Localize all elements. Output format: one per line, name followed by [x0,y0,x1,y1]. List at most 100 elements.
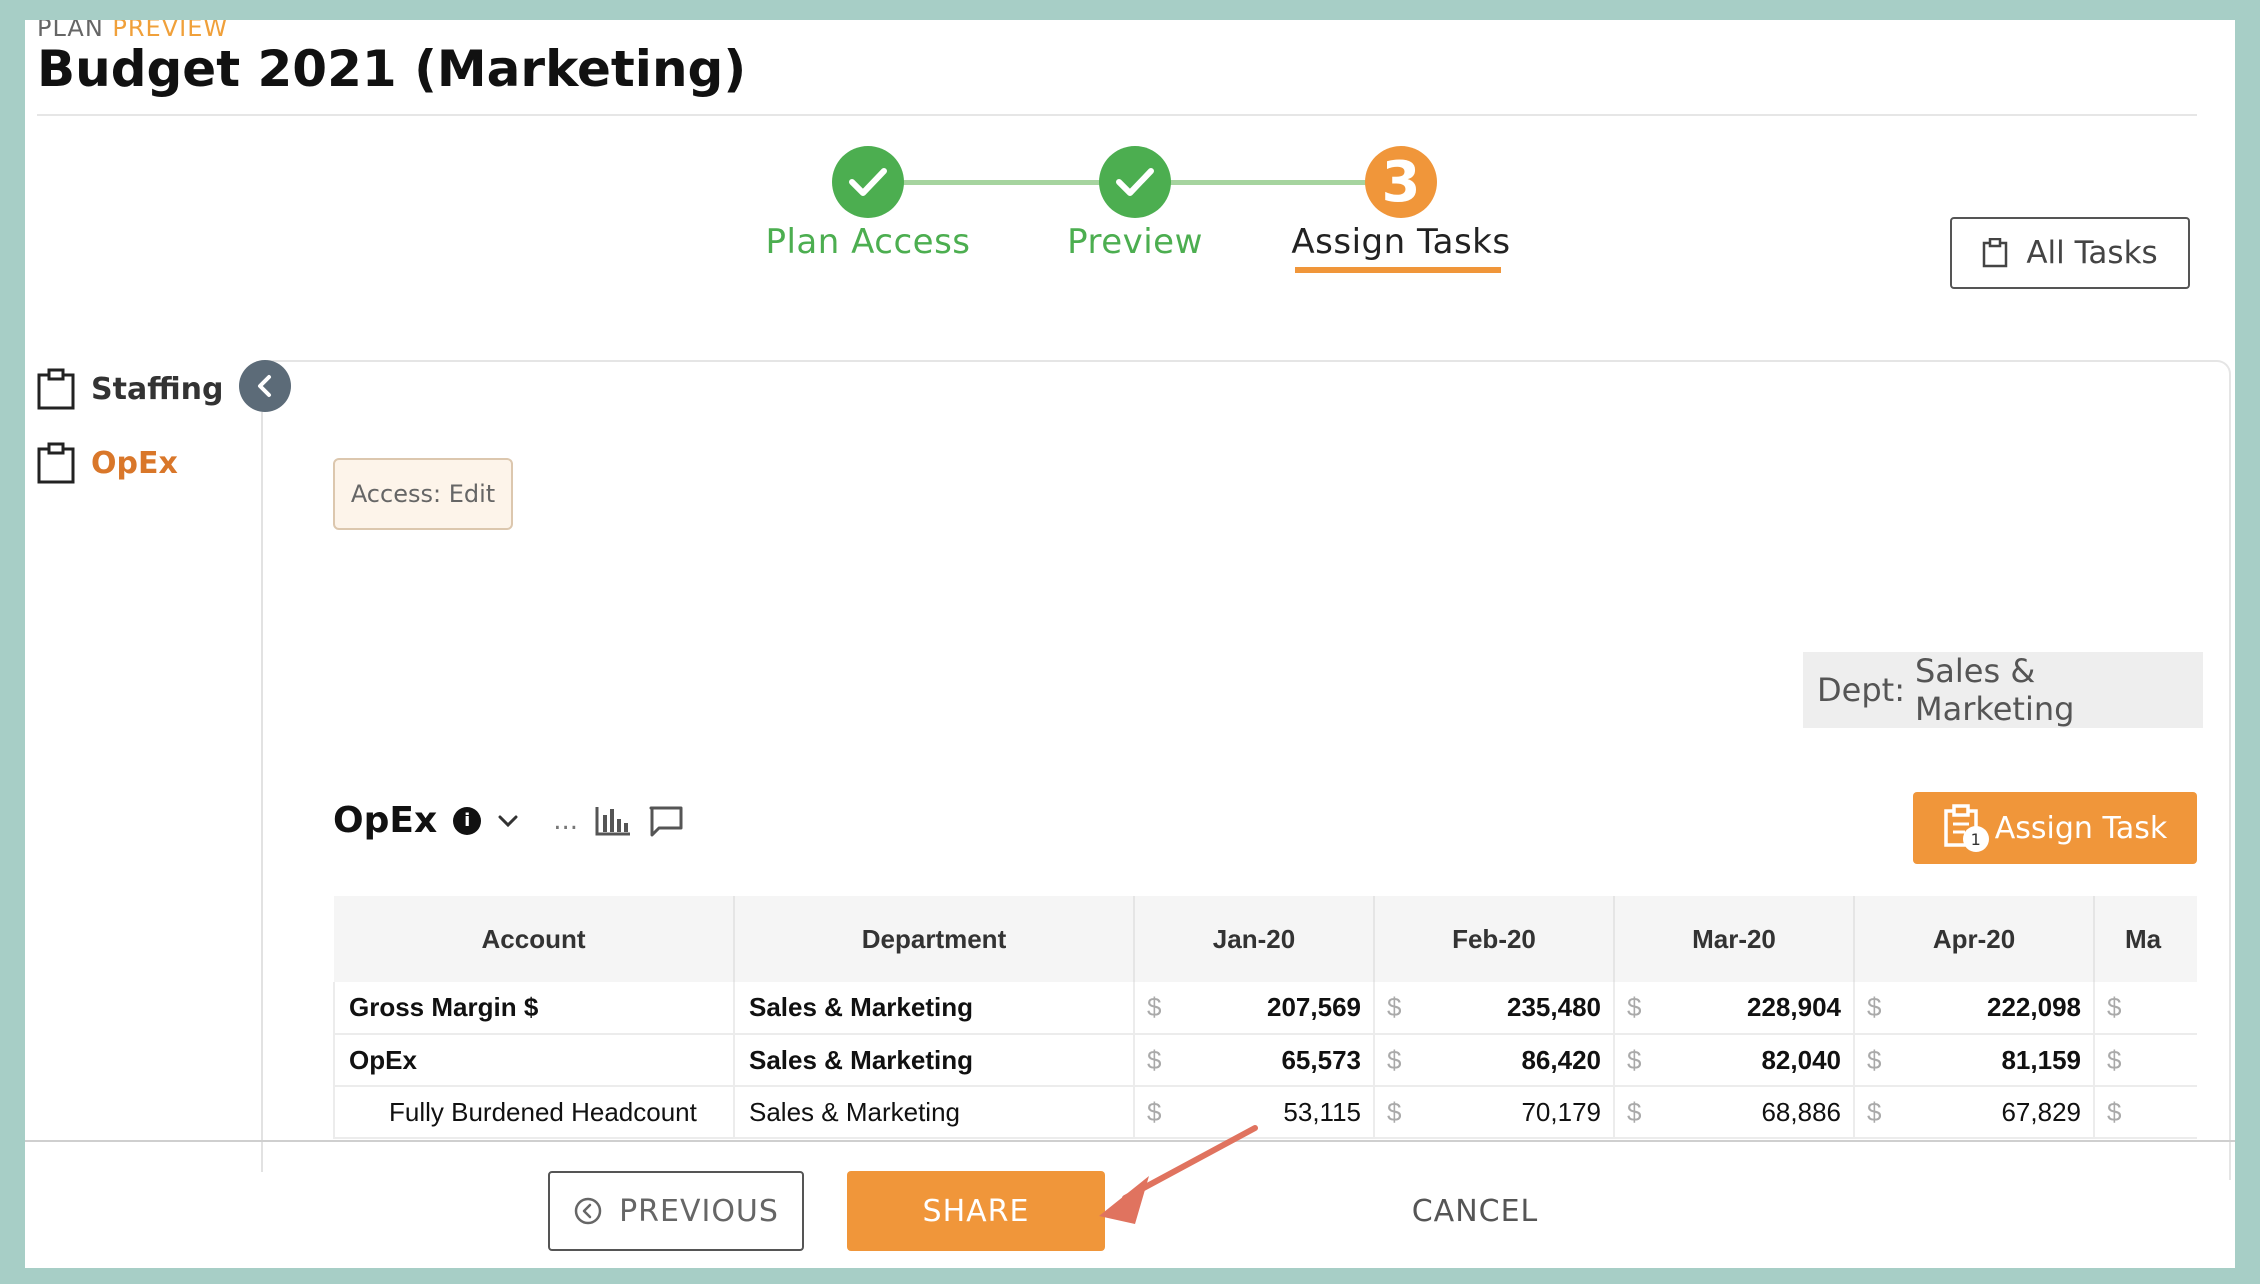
breadcrumb-prefix: PLAN [37,20,104,42]
department-cell: Sales & Marketing [734,1034,1135,1087]
step-plan-access[interactable]: Plan Access [718,222,1018,262]
collapse-sidebar-button[interactable] [239,360,291,412]
value: 235,480 [1507,992,1601,1022]
clipboard-icon [37,442,75,484]
value-cell[interactable]: $70,179 [1374,1086,1615,1139]
previous-button[interactable]: PREVIOUS [548,1171,804,1251]
value: 70,179 [1521,1096,1601,1127]
value-cell[interactable]: $ [2094,1086,2197,1139]
cancel-button[interactable]: CANCEL [1375,1171,1575,1251]
bar-chart-icon[interactable] [594,805,632,837]
sidebar-item-label: OpEx [91,445,178,481]
value-cell[interactable]: $81,159 [1854,1034,2095,1087]
value: 207,569 [1267,992,1361,1022]
dept-filter-value: Sales & Marketing [1914,652,2075,728]
chevron-down-icon[interactable] [497,814,519,828]
value-cell[interactable]: $68,886 [1614,1086,1855,1139]
value: 228,904 [1747,992,1841,1022]
column-header-month[interactable]: Feb-20 [1374,896,1615,982]
account-cell: Fully Burdened Headcount [333,1086,735,1139]
clipboard-icon [37,368,75,410]
step-3-number[interactable]: 3 [1365,146,1437,218]
column-header-month[interactable]: Ma [2094,896,2197,982]
value-cell[interactable]: $67,829 [1854,1086,2095,1139]
column-header-account[interactable]: Account [334,896,735,982]
currency-symbol: $ [2107,992,2122,1022]
active-step-underline [1295,267,1501,273]
currency-symbol: $ [1147,1044,1162,1075]
sidebar-divider [261,412,263,1172]
more-icon[interactable]: ... [553,806,578,836]
currency-symbol: $ [1627,992,1642,1022]
opex-table: Account Department Jan-20 Feb-20 Mar-20 … [333,896,2197,1158]
breadcrumb: PLAN PREVIEW [37,20,228,42]
value-cell[interactable]: $86,420 [1374,1034,1615,1087]
step-assign-tasks[interactable]: Assign Tasks [1251,222,1551,262]
sidebar-item-label: Staffing [91,371,224,407]
clipboard-icon [1983,238,2008,268]
access-badge: Access: Edit [333,458,513,530]
value-cell[interactable]: $235,480 [1374,982,1615,1035]
department-cell: Sales & Marketing [734,982,1135,1035]
value: 81,159 [2001,1044,2081,1075]
account-cell: OpEx [333,1034,735,1087]
value-cell[interactable]: $82,040 [1614,1034,1855,1087]
column-header-month[interactable]: Mar-20 [1614,896,1855,982]
all-tasks-button[interactable]: All Tasks [1950,217,2190,289]
info-icon[interactable]: i [453,806,482,835]
sidebar-item-staffing[interactable]: Staffing [37,368,223,410]
assign-task-button[interactable]: 1 Assign Task [1913,792,2197,864]
currency-symbol: $ [1867,1096,1882,1127]
value-cell[interactable]: $65,573 [1134,1034,1375,1087]
currency-symbol: $ [1867,992,1882,1022]
value: 82,040 [1761,1044,1841,1075]
breadcrumb-current: PREVIEW [112,20,229,42]
currency-symbol: $ [1147,992,1162,1022]
column-header-month[interactable]: Apr-20 [1854,896,2095,982]
value-cell[interactable]: $ [2094,982,2197,1035]
currency-symbol: $ [1387,1096,1402,1127]
sidebar-item-opex[interactable]: OpEx [37,442,178,484]
table-row[interactable]: OpEx Sales & Marketing $65,573 $86,420 $… [333,1034,2197,1087]
share-button[interactable]: SHARE [847,1171,1105,1251]
value: 53,115 [1283,1096,1361,1127]
value: 86,420 [1521,1044,1601,1075]
title-divider [37,114,2197,116]
currency-symbol: $ [1387,992,1402,1022]
dept-filter[interactable]: Dept: Sales & Marketing [1803,652,2203,728]
chevron-left-icon [258,375,271,397]
assign-task-count-badge: 1 [1962,826,1989,852]
value-cell[interactable]: $228,904 [1614,982,1855,1035]
value: 68,886 [1761,1096,1841,1127]
table-header-row: Account Department Jan-20 Feb-20 Mar-20 … [334,896,2197,982]
account-cell: Gross Margin $ [333,982,735,1035]
step-1-check-icon[interactable] [832,146,904,218]
page-title: Budget 2021 (Marketing) [37,40,747,98]
assign-task-label: Assign Task [1994,810,2168,846]
value-cell[interactable]: $222,098 [1854,982,2095,1035]
column-header-department[interactable]: Department [734,896,1135,982]
all-tasks-label: All Tasks [2026,235,2158,271]
dept-filter-label: Dept: [1817,671,1905,709]
value-cell[interactable]: $207,569 [1134,982,1375,1035]
currency-symbol: $ [1627,1096,1642,1127]
comment-icon[interactable] [648,805,684,837]
table-row[interactable]: Gross Margin $ Sales & Marketing $207,56… [333,982,2197,1035]
value-cell[interactable]: $ [2094,1034,2197,1087]
assign-task-icon: 1 [1943,804,1989,852]
table-row[interactable]: Fully Burdened Headcount Sales & Marketi… [333,1086,2197,1139]
column-header-month[interactable]: Jan-20 [1134,896,1375,982]
plan-preview-dialog: PLAN PREVIEW Budget 2021 (Marketing) 3 P… [25,20,2235,1268]
currency-symbol: $ [1867,1044,1882,1075]
section-header: OpEx i ... [333,800,684,841]
annotation-arrow-icon [1099,1125,1258,1224]
step-preview[interactable]: Preview [985,222,1285,262]
currency-symbol: $ [2107,1044,2122,1075]
section-title: OpEx [333,800,438,841]
chevron-left-circle-icon [574,1197,602,1225]
value: 65,573 [1281,1044,1361,1075]
step-2-check-icon[interactable] [1099,146,1171,218]
currency-symbol: $ [2107,1096,2122,1127]
department-cell: Sales & Marketing [734,1086,1135,1139]
value: 67,829 [2001,1096,2081,1127]
